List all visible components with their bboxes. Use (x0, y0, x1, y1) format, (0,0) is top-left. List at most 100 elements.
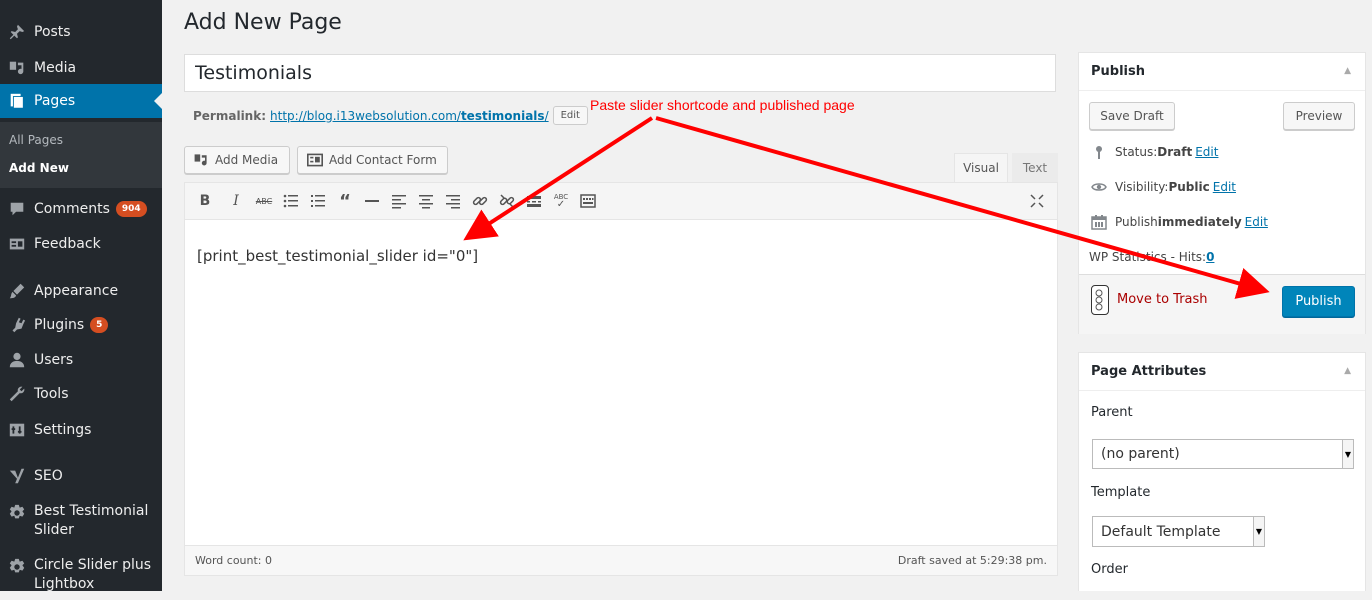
preview-button[interactable]: Preview (1283, 102, 1355, 130)
status-edit-link[interactable]: Edit (1195, 145, 1218, 159)
sidebar-item-seo[interactable]: SEO (0, 459, 162, 493)
editor-content[interactable]: [print_best_testimonial_slider id="0"] (197, 247, 478, 265)
fullscreen-icon[interactable] (1027, 191, 1047, 211)
wrench-icon (8, 385, 26, 403)
align-center-icon[interactable] (416, 191, 436, 211)
visibility-label: Visibility: (1115, 180, 1169, 194)
spellcheck-icon[interactable]: ABC ✓ (551, 191, 571, 211)
sidebar-item-label: Settings (34, 422, 92, 438)
editor-status-bar: Word count: 0 Draft saved at 5:29:38 pm. (185, 545, 1057, 575)
sidebar-item-label: Circle Slider plus (34, 557, 152, 573)
sidebar-item-plugins[interactable]: Plugins 5 (0, 308, 162, 342)
sidebar-item-label: Pages (34, 93, 76, 109)
add-contact-form-button[interactable]: Add Contact Form (297, 146, 448, 174)
wp-statistics-row: WP Statistics - Hits: 0 (1089, 250, 1214, 264)
add-media-button[interactable]: Add Media (184, 146, 290, 174)
permalink-link[interactable]: http://blog.i13websolution.com/testimoni… (270, 109, 549, 123)
template-label: Template (1091, 485, 1151, 500)
dropdown-arrow-icon: ▼ (1253, 517, 1264, 546)
submenu-add-new[interactable]: Add New (9, 161, 69, 175)
status-row: Status: Draft Edit (1091, 145, 1218, 159)
bullet-list-icon[interactable] (281, 191, 301, 211)
strikethrough-icon[interactable]: ABC (254, 191, 274, 211)
stats-label: WP Statistics - Hits: (1089, 250, 1207, 264)
tab-visual[interactable]: Visual (954, 153, 1008, 182)
parent-select[interactable]: (no parent) ▼ (1092, 439, 1354, 469)
admin-sidebar: Posts Media Pages All Pages Add New Comm… (0, 0, 162, 592)
gear-icon (8, 504, 26, 522)
plug-icon (8, 316, 26, 334)
sidebar-item-label: Lightbox (34, 576, 95, 592)
page-attributes-header[interactable]: Page Attributes ▲ (1079, 353, 1365, 391)
draft-saved-status: Draft saved at 5:29:38 pm. (897, 554, 1047, 567)
word-count: Word count: 0 (195, 554, 273, 567)
plugin-update-badge: 5 (90, 317, 109, 333)
yoast-icon (8, 467, 26, 485)
publish-box-header[interactable]: Publish ▲ (1079, 53, 1365, 91)
link-icon[interactable] (470, 191, 490, 211)
sidebar-item-users[interactable]: Users (0, 343, 162, 377)
sidebar-item-posts[interactable]: Posts (0, 15, 162, 49)
sidebar-item-media[interactable]: Media (0, 51, 162, 85)
read-more-icon[interactable] (524, 191, 544, 211)
bold-icon[interactable]: B (195, 191, 215, 211)
unlink-icon[interactable] (497, 191, 517, 211)
form-icon (307, 153, 323, 167)
schedule-edit-link[interactable]: Edit (1245, 215, 1268, 229)
collapse-arrow-icon[interactable]: ▲ (1344, 66, 1351, 76)
template-select[interactable]: Default Template ▼ (1092, 516, 1265, 547)
align-left-icon[interactable] (389, 191, 409, 211)
user-icon (8, 351, 26, 369)
parent-select-value: (no parent) (1101, 446, 1180, 462)
horizontal-line-icon[interactable] (362, 191, 382, 211)
align-right-icon[interactable] (443, 191, 463, 211)
dropdown-arrow-icon: ▼ (1342, 440, 1353, 468)
publish-box-title: Publish (1091, 64, 1145, 79)
sidebar-item-tools[interactable]: Tools (0, 377, 162, 411)
pin-icon (8, 23, 26, 41)
blockquote-icon[interactable]: “ (335, 191, 355, 212)
permalink-row: Permalink: http://blog.i13websolution.co… (193, 106, 588, 125)
add-contact-form-label: Add Contact Form (329, 153, 437, 167)
sidebar-item-label: Posts (34, 24, 71, 40)
move-to-trash-link[interactable]: Move to Trash (1117, 292, 1208, 307)
page-attributes-box: Page Attributes ▲ (1078, 352, 1366, 591)
permalink-label: Permalink: (193, 108, 267, 123)
comment-count-badge: 904 (115, 201, 147, 217)
italic-icon[interactable]: I (226, 191, 246, 211)
permalink-edit-button[interactable]: Edit (552, 106, 588, 125)
sidebar-item-label: Slider (34, 522, 74, 538)
submenu-all-pages[interactable]: All Pages (9, 133, 63, 147)
sidebar-item-pages[interactable]: Pages (0, 84, 162, 118)
sidebar-item-settings[interactable]: Settings (0, 413, 162, 447)
sidebar-item-label: Tools (34, 386, 69, 402)
numbered-list-icon[interactable] (308, 191, 328, 211)
sidebar-item-label: Comments (34, 201, 110, 217)
status-label: Status: (1115, 145, 1158, 159)
collapse-arrow-icon[interactable]: ▲ (1344, 366, 1351, 376)
save-draft-button[interactable]: Save Draft (1089, 102, 1175, 130)
sidebar-item-circle-slider[interactable]: Circle Slider plus Lightbox (0, 556, 162, 600)
stats-hits-link[interactable]: 0 (1206, 250, 1214, 264)
media-icon (193, 152, 209, 168)
visibility-edit-link[interactable]: Edit (1213, 180, 1236, 194)
title-input[interactable] (184, 54, 1056, 92)
traffic-light-icon (1091, 285, 1109, 315)
publish-button[interactable]: Publish (1282, 286, 1355, 317)
toolbar-toggle-icon[interactable] (578, 191, 598, 211)
pages-icon (8, 92, 26, 110)
sidebar-item-appearance[interactable]: Appearance (0, 274, 162, 308)
schedule-row: Publish immediately Edit (1091, 214, 1268, 230)
sidebar-item-best-testimonial-slider[interactable]: Best Testimonial Slider (0, 502, 162, 546)
tab-text[interactable]: Text (1012, 153, 1058, 182)
schedule-value: immediately (1157, 215, 1242, 229)
schedule-label: Publish (1115, 215, 1158, 229)
pin-icon (1091, 145, 1107, 159)
permalink-slug: testimonials (460, 108, 545, 123)
settings-icon (8, 421, 26, 439)
sidebar-item-label: Best Testimonial (34, 503, 149, 519)
sidebar-item-label: Media (34, 60, 77, 76)
calendar-icon (1091, 214, 1107, 230)
sidebar-item-feedback[interactable]: Feedback (0, 227, 162, 261)
sidebar-item-comments[interactable]: Comments 904 (0, 192, 162, 226)
